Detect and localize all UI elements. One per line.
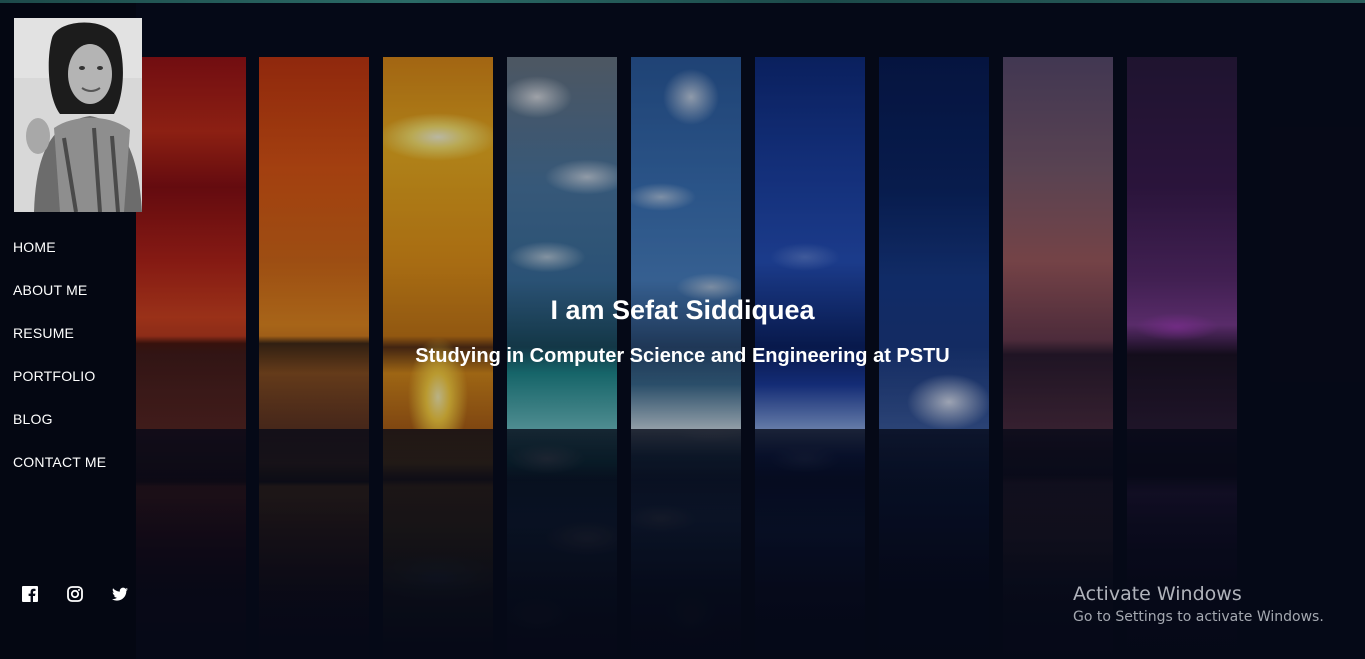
nav-item-resume: RESUME: [13, 325, 106, 368]
avatar: [14, 18, 142, 213]
twitter-link[interactable]: [112, 586, 157, 604]
nav-link-about[interactable]: ABOUT ME: [13, 282, 87, 298]
nav-link-portfolio[interactable]: PORTFOLIO: [13, 368, 95, 384]
hero-text: I am Sefat Siddiquea Studying in Compute…: [0, 0, 1365, 659]
watermark-title: Activate Windows: [1073, 583, 1242, 605]
twitter-icon: [112, 587, 128, 601]
hero-title: I am Sefat Siddiquea: [550, 295, 815, 325]
windows-activation-watermark: Activate Windows Go to Settings to activ…: [1073, 583, 1324, 625]
nav-item-about: ABOUT ME: [13, 282, 106, 325]
social-links: [22, 586, 157, 604]
instagram-icon: [67, 586, 83, 602]
instagram-link[interactable]: [67, 586, 112, 604]
watermark-subtitle: Go to Settings to activate Windows.: [1073, 609, 1324, 625]
sidebar: HOME ABOUT ME RESUME PORTFOLIO BLOG CONT…: [0, 3, 142, 659]
hero-subtitle: Studying in Computer Science and Enginee…: [415, 345, 950, 367]
nav-item-contact: CONTACT ME: [13, 454, 106, 497]
nav-item-blog: BLOG: [13, 411, 106, 454]
nav-link-home[interactable]: HOME: [13, 239, 56, 255]
nav-link-contact[interactable]: CONTACT ME: [13, 454, 106, 470]
facebook-icon: [22, 586, 38, 602]
nav-item-home: HOME: [13, 239, 106, 282]
profile-photo: [14, 18, 142, 213]
nav-item-portfolio: PORTFOLIO: [13, 368, 106, 411]
facebook-link[interactable]: [22, 586, 67, 604]
nav-link-resume[interactable]: RESUME: [13, 325, 74, 341]
main-nav: HOME ABOUT ME RESUME PORTFOLIO BLOG CONT…: [13, 239, 106, 497]
nav-link-blog[interactable]: BLOG: [13, 411, 53, 427]
